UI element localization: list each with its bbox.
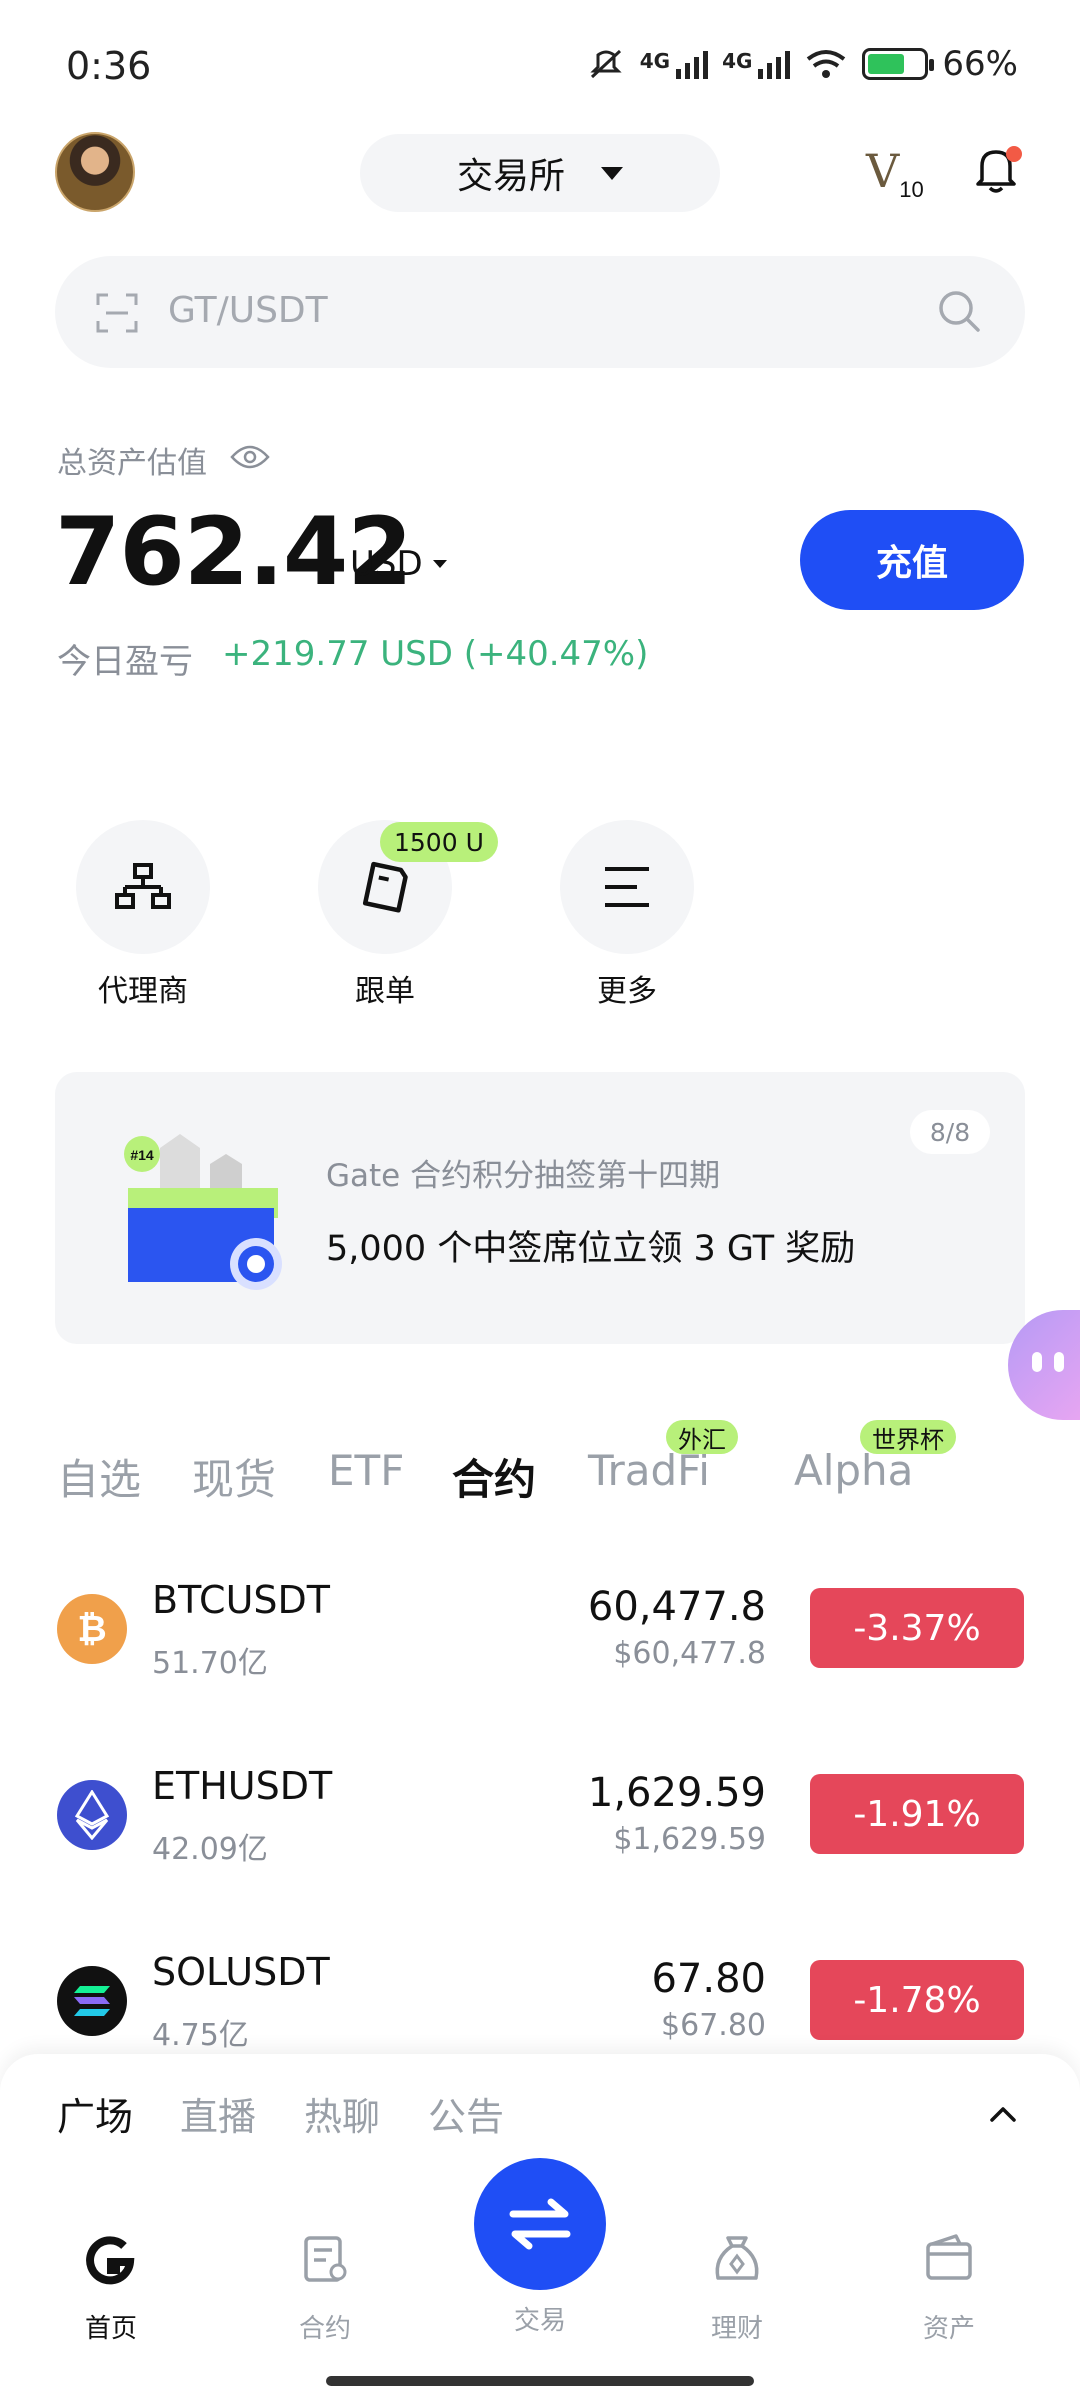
sheet-tab-square[interactable]: 广场 [57,2086,133,2141]
exchange-switcher[interactable]: 交易所 [360,134,720,212]
battery-percent: 66% [942,44,1018,84]
signal-icon-2: 4G [722,49,791,79]
sheet-tab-announcements[interactable]: 公告 [428,2086,504,2141]
vip-badge[interactable]: V10 [866,144,924,203]
tab-tradfi-badge: 外汇 [666,1420,738,1454]
market-symbol: ETHUSDT [152,1764,333,1808]
more-button[interactable] [560,820,694,954]
nav-trade-label: 交易 [513,2306,566,2336]
currency-label: USD [350,544,423,584]
market-price: 67.80 [651,1956,766,2002]
vip-level: 10 [899,177,924,203]
sheet-tab-chat[interactable]: 热聊 [304,2086,380,2141]
agent-icon [115,863,171,909]
more-icon [605,867,649,907]
exchange-label: 交易所 [456,156,565,197]
tab-alpha-badge: 世界杯 [860,1420,956,1454]
market-price: 1,629.59 [587,1770,766,1816]
promo-illustration-icon: #14 [124,1134,282,1290]
nav-home[interactable]: 首页 [36,2232,186,2345]
tab-futures[interactable]: 合约 [452,1446,536,1507]
more-label: 更多 [597,974,657,1009]
market-price-usd: $1,629.59 [613,1822,766,1857]
tab-spot[interactable]: 现货 [192,1446,276,1507]
wifi-icon [807,50,846,78]
sol-icon [57,1966,127,2036]
market-volume: 42.09亿 [152,1832,268,1867]
copy-trade-label: 跟单 [355,974,415,1009]
market-volume: 4.75亿 [152,2018,249,2053]
search-icon[interactable] [936,288,982,334]
svg-text:#14: #14 [130,1147,154,1163]
market-change[interactable]: -1.78% [810,1960,1024,2040]
banner-pager: 8/8 [910,1110,990,1154]
nav-earn[interactable]: 理财 [662,2232,812,2345]
futures-icon [304,2236,347,2282]
nav-earn-label: 理财 [710,2314,763,2344]
tab-watchlist[interactable]: 自选 [57,1446,141,1507]
btc-icon: ₿ [57,1594,127,1664]
nav-futures-label: 合约 [298,2314,351,2344]
banner-subtitle: Gate 合约积分抽签第十四期 [326,1158,721,1194]
currency-selector[interactable]: USD [350,544,447,584]
market-symbol: BTCUSDT [152,1578,330,1622]
trade-button[interactable] [474,2158,606,2290]
agent-button[interactable] [76,820,210,954]
mute-icon [590,49,622,79]
search-input[interactable]: GT/USDT [168,290,328,331]
signal-icon: 4G [640,49,709,79]
status-time: 0:36 [66,44,152,88]
copy-trade-icon [362,861,408,913]
nav-assets[interactable]: 资产 [874,2232,1024,2345]
deposit-button[interactable]: 充值 [800,510,1024,610]
caret-down-icon [601,166,623,180]
status-icons: 4G 4G 66% [586,44,1018,84]
market-price-usd: $67.80 [661,2008,766,2043]
nav-futures[interactable]: 合约 [250,2232,400,2345]
banner-title: 5,000 个中签席位立领 3 GT 奖励 [326,1229,856,1269]
trade-icon [509,2198,571,2250]
chevron-up-icon[interactable] [988,2100,1018,2130]
nav-assets-label: 资产 [922,2314,975,2344]
total-assets-label: 总资产估值 [57,446,207,481]
scan-icon[interactable] [96,293,138,333]
market-price-usd: $60,477.8 [613,1636,766,1671]
eye-icon[interactable] [230,444,270,470]
copy-trade-badge: 1500 U [380,822,498,862]
market-price: 60,477.8 [587,1584,766,1630]
wallet-icon [926,2234,972,2280]
earn-icon [715,2236,759,2280]
tab-etf[interactable]: ETF [328,1446,404,1495]
eth-icon [57,1780,127,1850]
avatar[interactable] [55,132,135,212]
market-symbol: SOLUSDT [152,1950,330,1994]
agent-label: 代理商 [98,974,188,1009]
pnl-label: 今日盈亏 [57,642,193,682]
nav-home-label: 首页 [84,2314,137,2344]
pnl-value: +219.77 USD (+40.47%) [222,634,649,674]
market-volume: 51.70亿 [152,1646,268,1681]
sheet-tab-live[interactable]: 直播 [180,2086,256,2141]
market-change[interactable]: -3.37% [810,1588,1024,1668]
notification-dot [1006,146,1022,162]
home-icon [86,2236,135,2285]
market-change[interactable]: -1.91% [810,1774,1024,1854]
caret-down-icon [432,560,447,568]
battery-icon [862,48,935,80]
home-indicator[interactable] [326,2376,754,2386]
